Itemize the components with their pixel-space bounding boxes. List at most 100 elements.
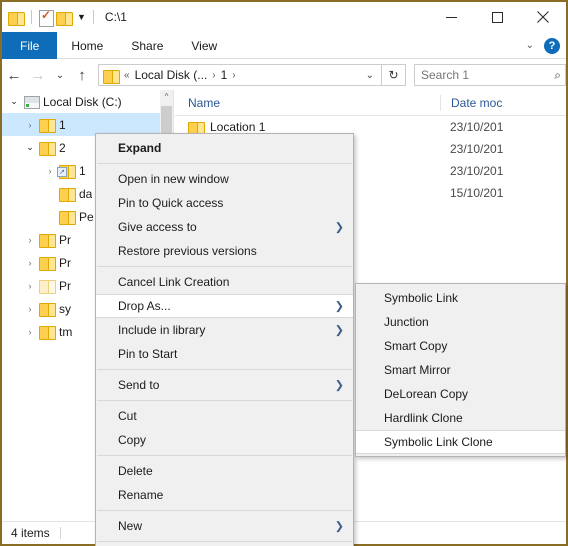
folder-icon — [58, 210, 76, 225]
folder-icon — [38, 325, 56, 340]
menu-item-rename[interactable]: Rename — [96, 483, 353, 507]
toolbar-divider-2 — [92, 10, 94, 24]
forward-button: → — [30, 66, 46, 84]
help-icon[interactable]: ? — [544, 37, 560, 54]
tab-view[interactable]: View — [177, 32, 231, 59]
tree-expander-icon[interactable]: ⌄ — [22, 142, 38, 153]
minimize-button[interactable] — [428, 2, 474, 32]
menu-item-cancel-link-creation[interactable]: Cancel Link Creation — [96, 270, 353, 294]
menu-separator — [97, 400, 352, 401]
tree-item-local-disk[interactable]: ⌄ Local Disk (C:) — [2, 90, 173, 113]
quick-access-toolbar: ▼ C:\1 — [2, 8, 127, 27]
properties-icon[interactable] — [39, 8, 54, 27]
recent-locations-button[interactable]: ⌄ — [50, 62, 70, 88]
menu-item-give-access-to[interactable]: Give access to ❯ — [96, 215, 353, 239]
new-folder-icon[interactable] — [56, 11, 73, 26]
menu-item-pin-to-start[interactable]: Pin to Start — [96, 342, 353, 366]
tree-expander-icon[interactable]: › — [22, 235, 38, 245]
submenu-item-symbolic-link[interactable]: Symbolic Link — [356, 286, 565, 310]
submenu-item-symbolic-link-clone[interactable]: Symbolic Link Clone — [356, 430, 565, 454]
up-button[interactable]: ↑ — [70, 62, 94, 88]
tab-home[interactable]: Home — [57, 32, 117, 59]
tree-expander-icon[interactable]: › — [22, 304, 38, 314]
chevron-right-icon: ❯ — [334, 379, 344, 392]
breadcrumb-overflow-icon[interactable]: « — [124, 70, 130, 81]
search-box[interactable]: Search 1 ⌕ — [414, 64, 566, 86]
submenu-item-delorean-copy[interactable]: DeLorean Copy — [356, 382, 565, 406]
tab-share[interactable]: Share — [117, 32, 177, 59]
menu-item-copy[interactable]: Copy — [96, 428, 353, 452]
menu-item-new[interactable]: New ❯ — [96, 514, 353, 538]
toolbar-divider — [31, 10, 32, 24]
address-input[interactable]: « Local Disk (... › 1 › ⌄ — [98, 64, 382, 86]
menu-item-restore-previous-versions[interactable]: Restore previous versions — [96, 239, 353, 263]
context-menu: Expand Open in new window Pin to Quick a… — [95, 133, 354, 546]
menu-item-include-in-library[interactable]: Include in library ❯ — [96, 318, 353, 342]
column-header-name[interactable]: Name — [175, 96, 440, 110]
menu-separator — [97, 369, 352, 370]
menu-item-cut[interactable]: Cut — [96, 404, 353, 428]
menu-item-pin-to-quick-access[interactable]: Pin to Quick access — [96, 191, 353, 215]
file-name-cell: Location 1 — [175, 120, 440, 136]
tree-item-label: tm — [59, 324, 73, 339]
maximize-button[interactable] — [474, 2, 520, 32]
menu-item-label: Drop As... — [118, 299, 171, 313]
status-item-count: 4 items — [11, 526, 50, 540]
submenu-item-smart-mirror[interactable]: Smart Mirror — [356, 358, 565, 382]
tab-file[interactable]: File — [2, 32, 58, 59]
tree-expander-icon[interactable]: › — [22, 281, 38, 291]
submenu-item-hardlink-clone[interactable]: Hardlink Clone — [356, 406, 565, 430]
column-header-date-modified[interactable]: Date moc — [440, 94, 502, 111]
menu-item-open-in-new-window[interactable]: Open in new window — [96, 167, 353, 191]
address-dropdown-icon[interactable]: ⌄ — [366, 70, 379, 81]
drive-icon — [22, 95, 40, 109]
breadcrumb-separator-2[interactable]: › — [232, 70, 235, 81]
submenu-item-smart-copy[interactable]: Smart Copy — [356, 334, 565, 358]
refresh-button[interactable]: ↻ — [382, 64, 406, 86]
menu-item-label: Give access to — [118, 220, 197, 234]
address-bar: ← → ⌄ ↑ « Local Disk (... › 1 › ⌄ ↻ Sear… — [2, 60, 566, 90]
explorer-window-root: ▼ C:\1 File Home Share — [0, 0, 568, 546]
tree-item-label: Pe — [79, 209, 94, 224]
folder-icon[interactable] — [8, 11, 25, 26]
breadcrumb-separator-1[interactable]: › — [212, 70, 215, 81]
breadcrumb-item-1[interactable]: 1 — [221, 68, 228, 82]
tree-item-label: 2 — [59, 140, 66, 155]
drop-as-submenu: Symbolic Link Junction Smart Copy Smart … — [355, 283, 566, 457]
tree-item-label: Local Disk (C:) — [43, 94, 122, 109]
tree-item-label: da — [79, 186, 93, 201]
menu-item-send-to[interactable]: Send to ❯ — [96, 373, 353, 397]
menu-item-drop-as[interactable]: Drop As... ❯ — [96, 294, 353, 318]
window-title: C:\1 — [104, 10, 127, 24]
close-button[interactable] — [520, 2, 566, 32]
menu-item-delete[interactable]: Delete — [96, 459, 353, 483]
customize-toolbar-caret-icon[interactable]: ▼ — [77, 12, 86, 22]
folder-icon — [38, 118, 56, 133]
tree-item-label: 1 — [59, 117, 66, 132]
tree-item-label: sy — [59, 301, 71, 316]
tree-expander-icon[interactable]: › — [22, 327, 38, 337]
menu-separator — [97, 266, 352, 267]
tree-expander-icon[interactable]: ⌄ — [6, 96, 22, 107]
chevron-right-icon: ❯ — [334, 300, 344, 313]
scroll-up-arrow-icon[interactable]: ^ — [160, 90, 173, 104]
file-date-cell: 23/10/201 — [450, 164, 504, 178]
tree-expander-icon[interactable]: › — [22, 120, 38, 130]
tree-expander-icon[interactable]: › — [22, 258, 38, 268]
title-bar: ▼ C:\1 — [2, 2, 566, 32]
column-header-bar: Name Date moc — [175, 90, 566, 116]
folder-icon — [38, 233, 56, 248]
search-input[interactable]: Search 1 — [421, 68, 554, 82]
folder-icon — [38, 141, 56, 156]
file-name-label: Location 1 — [210, 120, 266, 134]
search-icon[interactable]: ⌕ — [554, 68, 561, 83]
menu-item-label: Include in library — [118, 323, 206, 337]
file-date-cell: 15/10/201 — [450, 186, 504, 200]
menu-item-expand[interactable]: Expand — [96, 136, 353, 160]
chevron-down-icon[interactable]: ⌄ — [526, 40, 534, 51]
tree-expander-icon[interactable]: › — [42, 166, 58, 176]
breadcrumb-item-drive[interactable]: Local Disk (... — [135, 68, 208, 82]
submenu-item-junction[interactable]: Junction — [356, 310, 565, 334]
back-button[interactable]: ← — [2, 62, 26, 88]
ribbon-tabbar: File Home Share View ⌄ ? — [2, 32, 566, 59]
